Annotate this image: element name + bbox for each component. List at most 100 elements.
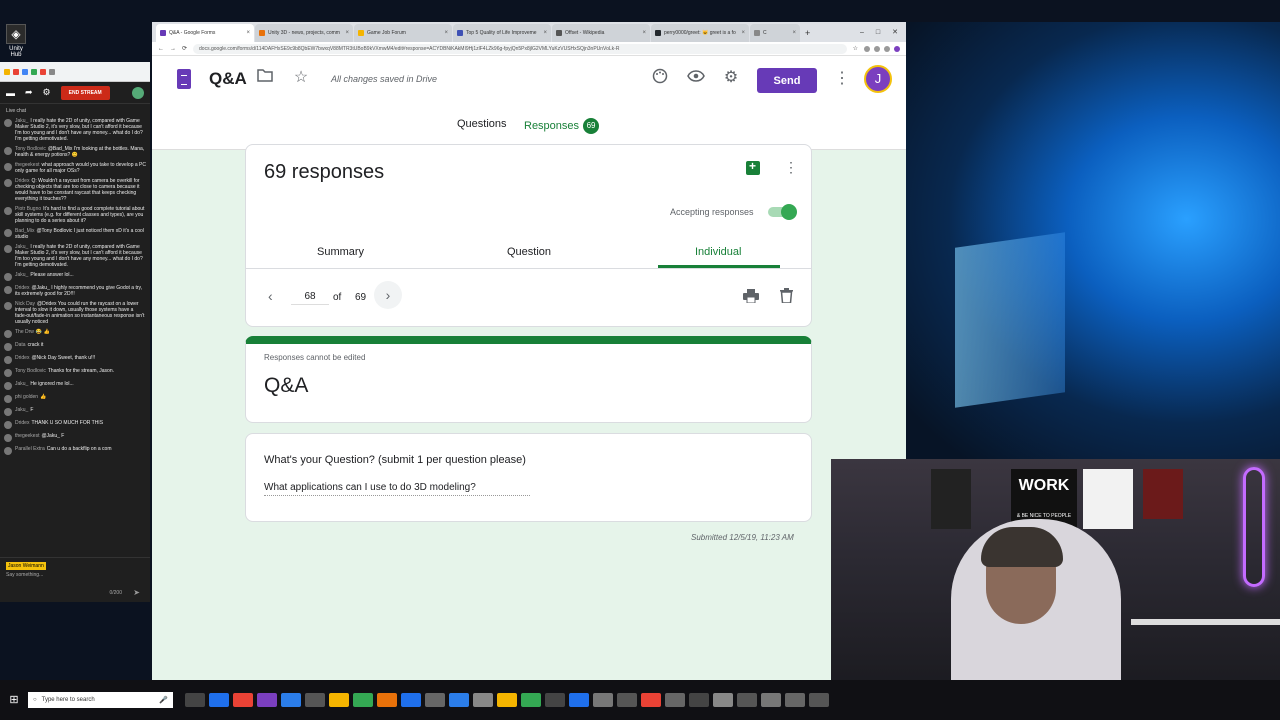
taskbar-app-icon[interactable] (521, 693, 541, 707)
windows-start-icon[interactable]: ⊞ (4, 690, 24, 710)
tab-questions[interactable]: Questions (457, 118, 507, 130)
browser-tab[interactable]: Offset - Wikipedia × (552, 24, 650, 42)
google-forms-logo-icon[interactable] (177, 69, 191, 89)
forward-icon[interactable]: → (170, 46, 176, 52)
tab-label: Unity 3D - news, projects, comm (268, 30, 340, 36)
extension-icon[interactable] (884, 45, 890, 52)
taskbar-app-icon[interactable] (665, 693, 685, 707)
taskbar-app-icon[interactable] (689, 693, 709, 707)
taskbar-app-icon[interactable] (281, 693, 301, 707)
favicon-icon (358, 30, 364, 36)
taskbar-app-icon[interactable] (185, 693, 205, 707)
taskbar-app-icon[interactable] (497, 693, 517, 707)
taskbar-app-icon[interactable] (545, 693, 565, 707)
page-title[interactable]: Q&A (209, 69, 247, 89)
tab-summary[interactable]: Summary (317, 246, 364, 258)
taskbar-app-icon[interactable] (569, 693, 589, 707)
extension-icon[interactable] (49, 68, 55, 75)
taskbar-app-icon[interactable] (809, 693, 829, 707)
gear-icon[interactable]: ⚙ (721, 68, 741, 88)
browser-tab[interactable]: C × (750, 24, 800, 42)
browser-tab[interactable]: Game Job Forum × (354, 24, 452, 42)
taskbar-app-icon[interactable] (377, 693, 397, 707)
palette-icon[interactable] (650, 68, 670, 88)
chat-menu-icon[interactable]: ▬ (6, 88, 15, 98)
chat-message-body: thegeekest what approach would you take t… (15, 162, 146, 174)
taskbar-app-icon[interactable] (761, 693, 781, 707)
chat-text: He ignored me lol... (30, 381, 74, 387)
extension-icon[interactable] (874, 45, 880, 52)
star-icon[interactable]: ☆ (291, 68, 311, 88)
tab-individual[interactable]: Individual (695, 246, 741, 258)
taskbar-app-icon[interactable] (329, 693, 349, 707)
accepting-responses-toggle[interactable] (768, 204, 797, 220)
extension-icon[interactable] (31, 68, 37, 75)
more-vert-icon[interactable]: ⋮ (834, 68, 850, 88)
taskbar-app-icon[interactable] (737, 693, 757, 707)
taskbar-app-icon[interactable] (713, 693, 733, 707)
send-button[interactable]: Send (757, 68, 817, 93)
taskbar-app-icon[interactable] (785, 693, 805, 707)
bookmark-star-icon[interactable]: ☆ (853, 45, 858, 52)
taskbar-app-icon[interactable] (401, 693, 421, 707)
taskbar-app-icon[interactable] (641, 693, 661, 707)
close-icon[interactable]: × (741, 30, 745, 36)
microphone-icon[interactable]: 🎤 (159, 696, 168, 704)
taskbar-app-icon[interactable] (449, 693, 469, 707)
close-icon[interactable]: ✕ (892, 28, 898, 36)
chevron-right-icon[interactable]: › (374, 281, 402, 309)
taskbar-app-icon[interactable] (473, 693, 493, 707)
extension-icon[interactable] (22, 68, 28, 75)
taskbar-search[interactable]: ○ Type here to search 🎤 (28, 692, 173, 708)
more-vert-icon[interactable]: ⋮ (784, 159, 798, 176)
send-icon[interactable]: ➤ (133, 588, 140, 597)
browser-tab[interactable]: Top 5 Quality of Life Improveme × (453, 24, 551, 42)
taskbar-app-icon[interactable] (209, 693, 229, 707)
maximize-icon[interactable]: □ (876, 29, 880, 36)
create-spreadsheet-icon[interactable] (746, 159, 760, 175)
avatar (4, 147, 12, 155)
browser-tab[interactable]: Unity 3D - news, projects, comm × (255, 24, 353, 42)
extension-icon[interactable] (40, 68, 46, 75)
taskbar-app-icon[interactable] (233, 693, 253, 707)
response-number-input[interactable] (291, 289, 329, 305)
gear-icon[interactable]: ⚙ (43, 87, 51, 98)
close-icon[interactable]: × (792, 30, 796, 36)
extension-icon[interactable] (864, 45, 870, 52)
avatar[interactable]: J (864, 65, 892, 93)
minimize-icon[interactable]: – (860, 29, 864, 36)
new-tab-icon[interactable]: + (801, 24, 814, 42)
close-icon[interactable]: × (543, 30, 547, 36)
taskbar-app-icon[interactable] (257, 693, 277, 707)
taskbar-app-icon[interactable] (593, 693, 613, 707)
url-field[interactable]: docs.google.com/forms/d/114DAFHxSE9c9b8Q… (193, 43, 847, 54)
browser-tab[interactable]: Q&A - Google Forms × (156, 24, 254, 42)
close-icon[interactable]: × (444, 30, 448, 36)
profile-icon[interactable] (894, 45, 900, 52)
taskbar-app-icon[interactable] (617, 693, 637, 707)
chat-message: Dridex @Jaku_ I highly recommend you give… (4, 285, 146, 297)
reload-icon[interactable]: ⟳ (182, 45, 187, 52)
chat-input[interactable]: Say something... (6, 572, 144, 578)
back-icon[interactable]: ← (158, 46, 164, 52)
end-stream-button[interactable]: END STREAM (60, 85, 110, 100)
browser-tab[interactable]: perry0000/greet: 😺 greet is a fo × (651, 24, 749, 42)
delete-icon[interactable] (780, 288, 793, 304)
extension-icon[interactable] (4, 68, 10, 75)
avatar[interactable] (132, 86, 144, 99)
tab-question[interactable]: Question (507, 246, 551, 258)
taskbar-app-icon[interactable] (353, 693, 373, 707)
taskbar-app-icon[interactable] (305, 693, 325, 707)
extension-icon[interactable] (13, 68, 19, 75)
unity-hub-shortcut[interactable]: ◈ Unity Hub (4, 24, 28, 58)
preview-eye-icon[interactable] (686, 68, 706, 88)
close-icon[interactable]: × (642, 30, 646, 36)
print-icon[interactable] (743, 289, 759, 304)
tab-responses[interactable]: Responses 69 (524, 118, 600, 134)
taskbar-app-icon[interactable] (425, 693, 445, 707)
chevron-left-icon[interactable]: ‹ (268, 288, 273, 304)
close-icon[interactable]: × (246, 30, 250, 36)
share-icon[interactable]: ➦ (25, 87, 33, 98)
folder-icon[interactable] (255, 68, 275, 88)
close-icon[interactable]: × (345, 30, 349, 36)
